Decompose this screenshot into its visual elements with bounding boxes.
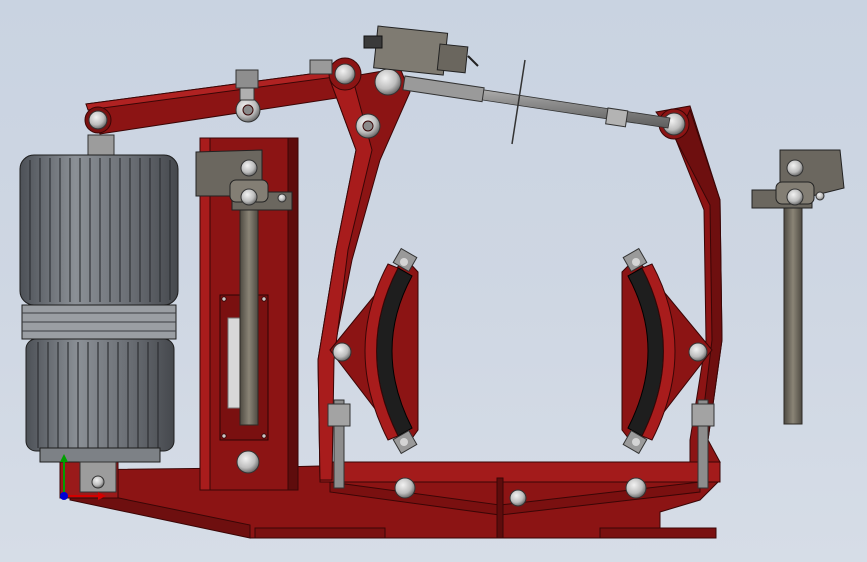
triad-z-axis xyxy=(60,492,68,500)
electro-hydraulic-thruster[interactable] xyxy=(19,134,179,493)
brake-assembly-model[interactable] xyxy=(0,0,867,562)
top-lever[interactable] xyxy=(84,69,351,135)
cad-3d-viewport[interactable] xyxy=(0,0,867,562)
base-frame[interactable] xyxy=(59,459,721,539)
detached-spring-rod[interactable] xyxy=(751,149,845,425)
